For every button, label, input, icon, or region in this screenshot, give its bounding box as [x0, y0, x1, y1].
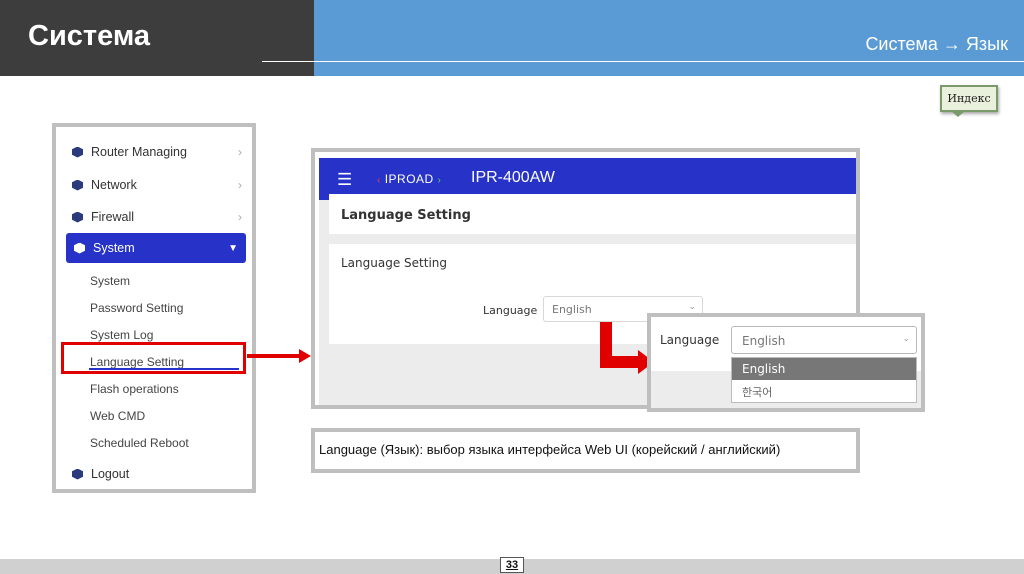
cube-icon — [72, 211, 83, 223]
sidebar-item-label: System — [93, 241, 135, 255]
arrow-right-icon — [247, 354, 301, 358]
sidebar-item-system[interactable]: System ▼ — [66, 233, 246, 263]
dropdown-zoom-panel: Language English ⌄ English 한국어 — [647, 313, 925, 412]
cube-icon — [72, 146, 83, 158]
chevron-right-icon: › — [238, 145, 242, 159]
language-select-value: English — [742, 334, 786, 348]
language-label: Language — [660, 333, 720, 347]
device-model: IPR-400AW — [471, 169, 555, 186]
chevron-down-icon: ▼ — [228, 242, 238, 254]
sidebar-subitem-flash-operations[interactable]: Flash operations — [90, 382, 179, 396]
language-select-value: English — [552, 303, 592, 316]
option-korean[interactable]: 한국어 — [732, 382, 916, 402]
sidebar-item-label: Firewall — [91, 210, 135, 224]
page-heading: Language Setting — [341, 208, 471, 223]
sidebar-item-label: Network — [91, 178, 137, 192]
cube-icon — [74, 242, 85, 254]
cube-icon — [72, 179, 83, 191]
arrow-bent-icon-horizontal — [600, 356, 640, 368]
chevron-down-icon: ⌄ — [688, 302, 696, 312]
page-number: 33 — [500, 557, 524, 573]
sidebar-item-label: Logout — [91, 467, 130, 481]
sidebar-subitem-scheduled-reboot[interactable]: Scheduled Reboot — [90, 436, 189, 450]
sidebar-subitem-system[interactable]: System — [90, 274, 130, 288]
language-select[interactable]: English ⌄ — [731, 326, 917, 354]
menu-icon[interactable]: ☰ — [337, 170, 352, 190]
highlight-box — [61, 342, 246, 374]
description-box: Language (Язык): выбор языка интерфейса … — [311, 428, 860, 473]
cube-icon — [72, 468, 83, 480]
index-button-pointer — [950, 110, 966, 117]
breadcrumb: Система → Язык — [865, 34, 1008, 54]
sidebar-subitem-password-setting[interactable]: Password Setting — [90, 301, 183, 315]
language-label: Language — [483, 304, 538, 317]
page-title: Система — [28, 20, 151, 52]
index-button[interactable]: Индекс — [940, 85, 998, 112]
header-divider — [262, 61, 1024, 62]
option-english[interactable]: English — [732, 358, 916, 380]
chevron-right-icon: › — [238, 178, 242, 192]
iproad-logo: ‹ IPROAD › — [377, 172, 442, 186]
sidebar-item-router-managing[interactable]: Router Managing › — [72, 140, 242, 164]
sidebar-item-firewall[interactable]: Firewall › — [72, 205, 242, 229]
card-title: Language Setting — [341, 256, 448, 270]
language-options-list: English 한국어 — [731, 357, 917, 403]
sidebar-subitem-web-cmd[interactable]: Web CMD — [90, 409, 145, 423]
page-heading-bar: Language Setting — [329, 194, 856, 234]
sidebar-item-network[interactable]: Network › — [72, 173, 242, 197]
sidebar-item-label: Router Managing — [91, 145, 187, 159]
sidebar-menu: Router Managing › Network › Firewall › S… — [52, 123, 256, 493]
sidebar-item-logout[interactable]: Logout — [72, 462, 242, 486]
chevron-right-icon: › — [238, 210, 242, 224]
arrow-head-icon — [299, 349, 311, 363]
sidebar-subitem-system-log[interactable]: System Log — [90, 328, 153, 342]
chevron-down-icon: ⌄ — [902, 334, 910, 344]
